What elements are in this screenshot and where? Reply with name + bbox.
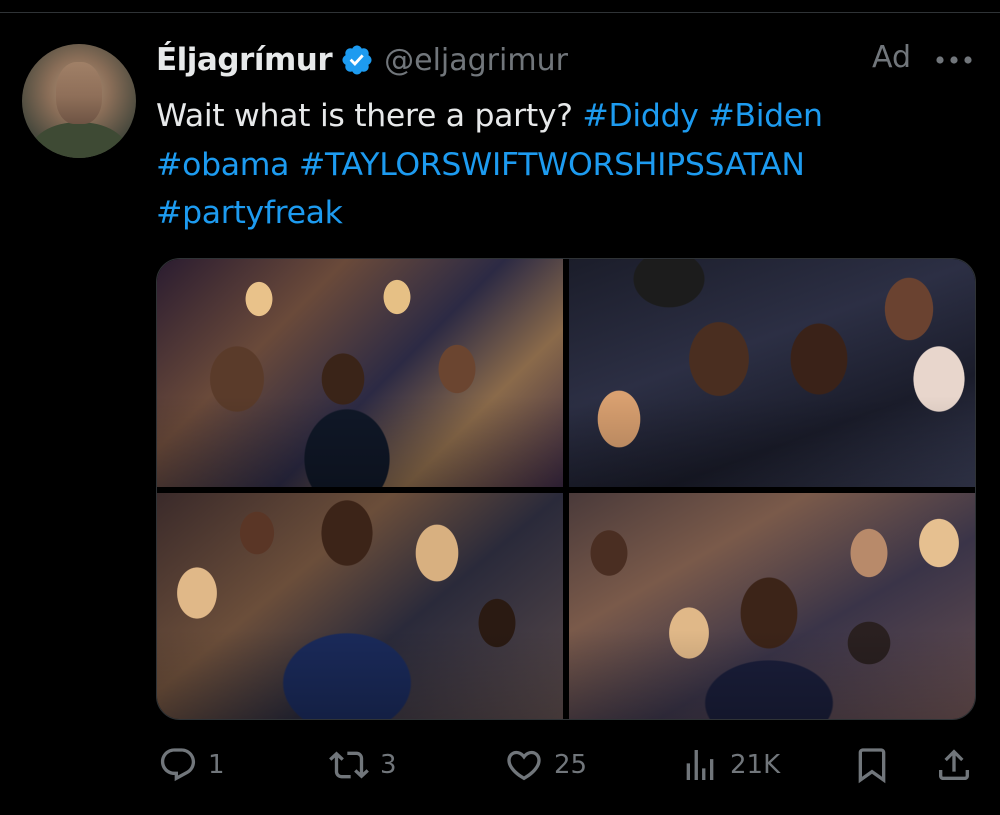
retweet-count: 3: [380, 750, 397, 780]
views-chart-icon: [680, 745, 720, 785]
hashtag-link[interactable]: #Diddy: [582, 98, 699, 134]
top-divider: [0, 12, 1000, 13]
verified-badge-icon[interactable]: [340, 43, 374, 77]
hashtag-link[interactable]: #Biden: [708, 98, 823, 134]
tweet-plain-text: Wait what is there a party?: [156, 98, 573, 134]
avatar-face: [56, 62, 102, 124]
media-image-3[interactable]: [157, 493, 563, 719]
image-shade: [569, 259, 975, 487]
media-image-2[interactable]: [569, 259, 975, 487]
media-image-4[interactable]: [569, 493, 975, 719]
share-icon: [934, 745, 974, 785]
author-avatar[interactable]: [22, 44, 136, 158]
reply-button[interactable]: 1: [158, 740, 225, 790]
image-shade: [157, 259, 563, 487]
ad-label: Ad: [872, 40, 912, 75]
views-button[interactable]: 21K: [680, 740, 780, 790]
hashtag-link[interactable]: #TAYLORSWIFTWORSHIPSSATAN: [299, 147, 805, 183]
author-handle[interactable]: @eljagrimur: [384, 43, 568, 78]
share-button[interactable]: [934, 740, 974, 790]
tweet-text: Wait what is there a party? #Diddy #Bide…: [156, 92, 976, 238]
media-image-1[interactable]: [157, 259, 563, 487]
retweet-button[interactable]: 3: [328, 740, 397, 790]
author-row: Éljagrímur @eljagrimur: [156, 38, 568, 82]
hashtag-link[interactable]: #partyfreak: [156, 195, 343, 231]
hashtag-link[interactable]: #obama: [156, 147, 289, 183]
media-grid: [156, 258, 976, 720]
reply-icon: [158, 745, 198, 785]
bookmark-button[interactable]: [852, 740, 892, 790]
image-shade: [569, 493, 975, 719]
like-button[interactable]: 25: [504, 740, 587, 790]
heart-icon: [504, 745, 544, 785]
bookmark-icon: [852, 745, 892, 785]
action-bar: 1 3 25 21K: [156, 740, 976, 790]
avatar-shoulders: [30, 122, 128, 158]
image-shade: [157, 493, 563, 719]
more-dots-icon[interactable]: [934, 50, 974, 70]
retweet-icon: [328, 745, 370, 785]
views-count: 21K: [730, 750, 781, 780]
reply-count: 1: [208, 750, 225, 780]
like-count: 25: [554, 750, 588, 780]
author-display-name[interactable]: Éljagrímur: [156, 42, 333, 78]
